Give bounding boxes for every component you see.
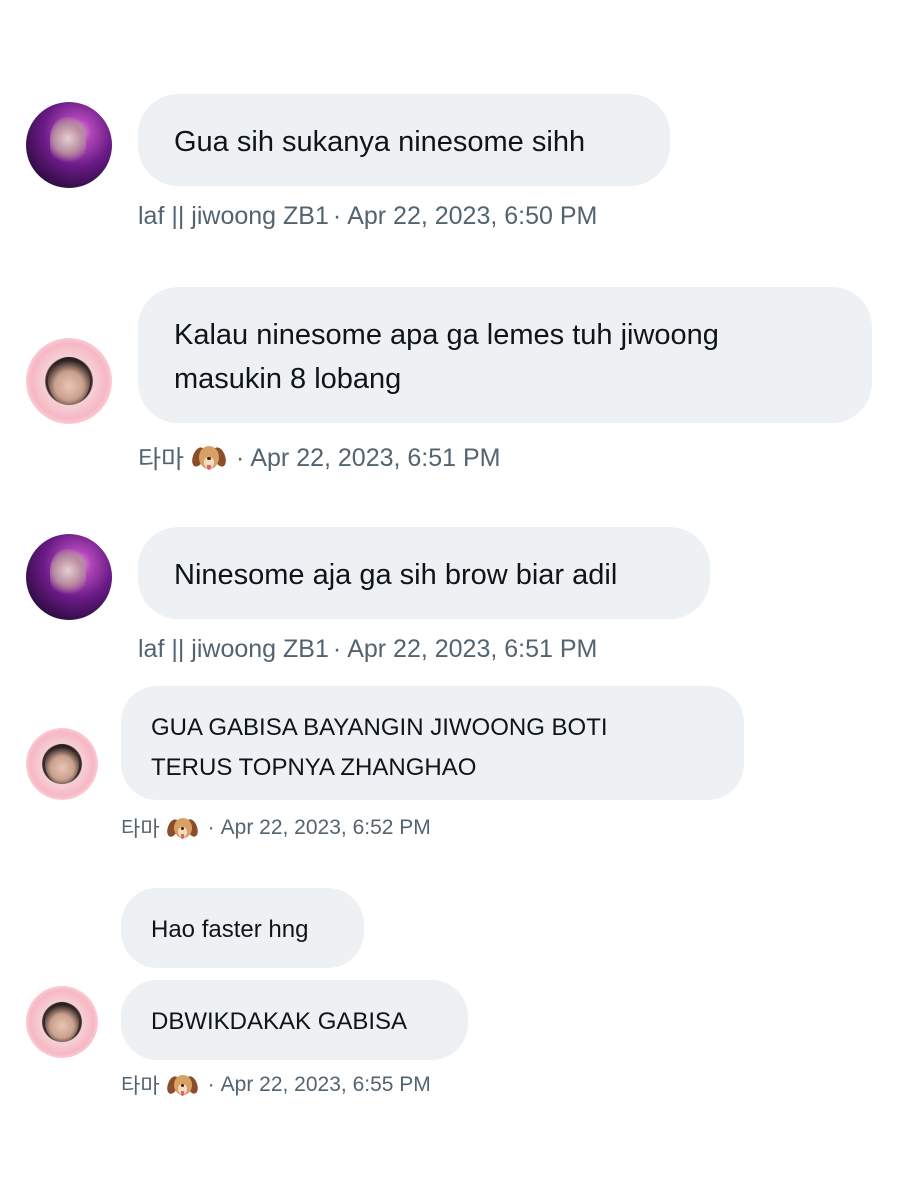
meta-separator: · bbox=[332, 202, 342, 230]
message-bubble[interactable]: Kalau ninesome apa ga lemes tuh jiwoong … bbox=[138, 287, 872, 423]
meta-separator: · bbox=[207, 1073, 215, 1096]
message-text: Gua sih sukanya ninesome sihh bbox=[174, 126, 586, 158]
message-bubble[interactable]: Hao faster hng bbox=[121, 888, 364, 968]
timestamp: Apr 22, 2023, 6:51 PM bbox=[250, 443, 501, 472]
message-text: Hao faster hng bbox=[151, 916, 309, 943]
meta-separator: · bbox=[207, 816, 215, 839]
message-meta: laf || jiwoong ZB1 · Apr 22, 2023, 6:51 … bbox=[138, 635, 597, 664]
message-meta: laf || jiwoong ZB1 · Apr 22, 2023, 6:50 … bbox=[138, 202, 597, 231]
dog-face-icon bbox=[165, 1073, 200, 1098]
avatar-laf[interactable] bbox=[26, 534, 112, 620]
sender-name: 타마 bbox=[121, 818, 160, 841]
sender-name: laf || jiwoong ZB1 bbox=[138, 635, 329, 663]
avatar-laf[interactable] bbox=[26, 102, 112, 188]
timestamp: Apr 22, 2023, 6:55 PM bbox=[220, 1073, 431, 1096]
avatar-tama[interactable] bbox=[26, 986, 98, 1058]
meta-separator: · bbox=[332, 635, 342, 663]
timestamp: Apr 22, 2023, 6:52 PM bbox=[220, 816, 431, 839]
message-meta: 타마 · Apr 22, 2023, 6:51 PM bbox=[138, 440, 501, 476]
message-text: Kalau ninesome apa ga lemes tuh jiwoong … bbox=[174, 319, 719, 395]
timestamp: Apr 22, 2023, 6:51 PM bbox=[347, 635, 598, 663]
timestamp: Apr 22, 2023, 6:50 PM bbox=[347, 202, 598, 230]
meta-separator: · bbox=[236, 443, 245, 472]
sender-name: laf || jiwoong ZB1 bbox=[138, 202, 329, 230]
dog-face-icon bbox=[189, 444, 229, 472]
message-meta: 타마 · Apr 22, 2023, 6:52 PM bbox=[121, 813, 431, 843]
message-bubble[interactable]: GUA GABISA BAYANGIN JIWOONG BOTI TERUS T… bbox=[121, 686, 744, 800]
message-meta: 타마 · Apr 22, 2023, 6:55 PM bbox=[121, 1070, 431, 1100]
message-text: Ninesome aja ga sih brow biar adil bbox=[174, 559, 618, 591]
sender-name: 타마 bbox=[138, 446, 185, 474]
message-text: GUA GABISA BAYANGIN JIWOONG BOTI TERUS T… bbox=[151, 714, 608, 781]
message-bubble[interactable]: DBWIKDAKAK GABISA bbox=[121, 980, 468, 1060]
avatar-tama[interactable] bbox=[26, 728, 98, 800]
sender-name: 타마 bbox=[121, 1075, 160, 1098]
message-text: DBWIKDAKAK GABISA bbox=[151, 1008, 408, 1035]
avatar-tama[interactable] bbox=[26, 338, 112, 424]
message-bubble[interactable]: Gua sih sukanya ninesome sihh bbox=[138, 94, 670, 186]
dog-face-icon bbox=[165, 816, 200, 841]
message-bubble[interactable]: Ninesome aja ga sih brow biar adil bbox=[138, 527, 710, 619]
